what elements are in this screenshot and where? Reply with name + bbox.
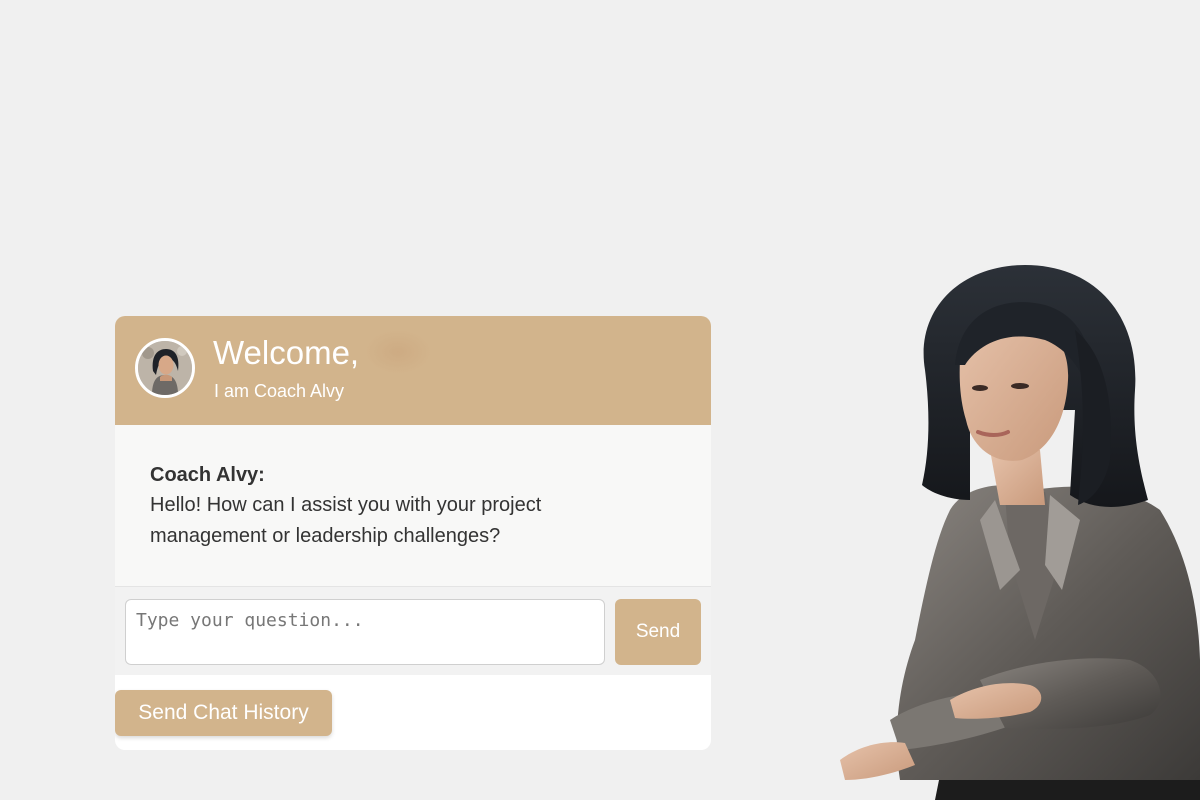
message-item: Coach Alvy: Hello! How can I assist you … [150, 460, 676, 552]
message-text: Hello! How can I assist you with your pr… [150, 494, 542, 547]
chat-header: Welcome, I am Coach Alvy [115, 316, 711, 425]
page: Welcome, I am Coach Alvy Coach Alvy: Hel… [0, 0, 1200, 800]
welcome-title: Welcome, [213, 334, 360, 371]
message-list: Coach Alvy: Hello! How can I assist you … [115, 425, 711, 587]
blurred-user-name [365, 330, 431, 374]
coach-subtitle: I am Coach Alvy [214, 381, 345, 401]
chat-widget: Welcome, I am Coach Alvy Coach Alvy: Hel… [115, 316, 711, 750]
coach-illustration [830, 260, 1200, 800]
question-input[interactable] [125, 599, 605, 665]
send-button[interactable]: Send [615, 599, 701, 665]
send-chat-history-button[interactable]: Send Chat History [115, 690, 332, 736]
coach-avatar-icon [135, 338, 195, 398]
input-row: Send [115, 587, 711, 675]
message-sender: Coach Alvy: [150, 464, 265, 486]
